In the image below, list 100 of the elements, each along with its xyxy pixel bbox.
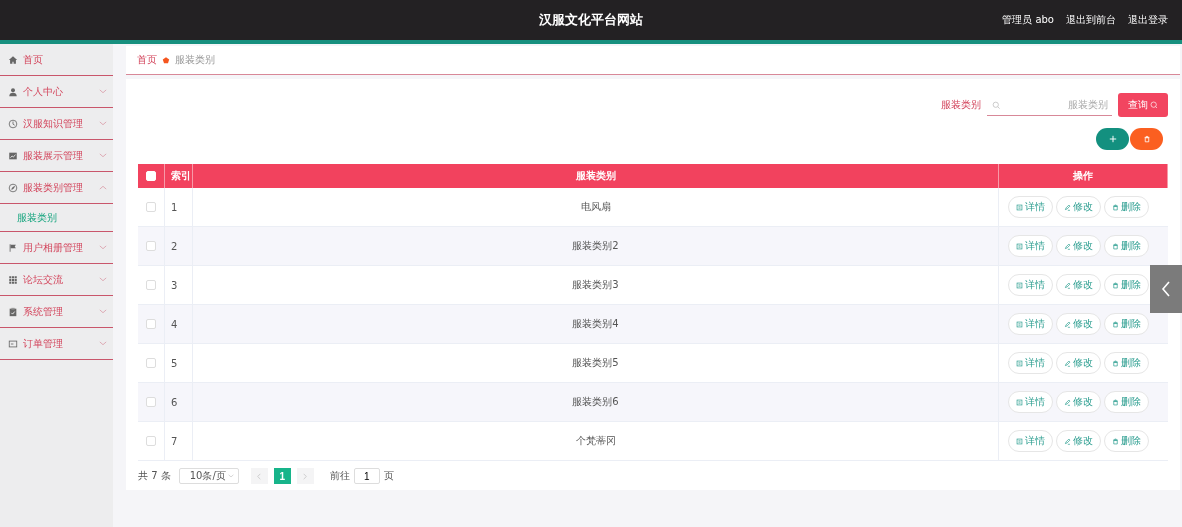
add-button[interactable]	[1096, 128, 1129, 150]
menu-item[interactable]: 用户相册管理	[0, 232, 113, 264]
total-count: 共 7 条	[138, 469, 171, 483]
row-checkbox[interactable]	[146, 319, 156, 329]
pen-icon	[1064, 437, 1071, 445]
delete-button[interactable]	[1130, 128, 1163, 150]
trash-icon	[1112, 242, 1119, 250]
chevron-icon	[99, 277, 107, 282]
row-checkbox[interactable]	[146, 241, 156, 251]
table-cell: 7	[171, 435, 178, 447]
page-suffix: 页	[383, 469, 394, 483]
menu-item[interactable]: 服装类别管理	[0, 172, 113, 204]
trash-icon	[1112, 203, 1119, 211]
row-checkbox[interactable]	[146, 202, 156, 212]
detail-button[interactable]: 详情	[1008, 430, 1053, 452]
row-checkbox[interactable]	[146, 280, 156, 290]
search-field[interactable]: 服装类别	[987, 94, 1112, 116]
table-cell: 服装类别4	[572, 317, 619, 331]
pen-icon	[1064, 242, 1071, 250]
clock-icon	[8, 118, 18, 129]
delete-button[interactable]: 删除	[1104, 235, 1149, 257]
chevron-left-icon	[257, 472, 262, 480]
pen-icon	[1064, 359, 1071, 367]
delete-button[interactable]: 删除	[1104, 313, 1149, 335]
menu-item[interactable]: 服装展示管理	[0, 140, 113, 172]
delete-button[interactable]: 删除	[1104, 196, 1149, 218]
detail-button[interactable]: 详情	[1008, 235, 1053, 257]
document-icon	[1016, 320, 1023, 328]
chevron-icon	[99, 309, 107, 314]
person-icon	[8, 86, 18, 97]
chevron-icon	[99, 245, 107, 250]
row-checkbox[interactable]	[146, 436, 156, 446]
detail-button[interactable]: 详情	[1008, 391, 1053, 413]
table-cell: 服装类别6	[572, 395, 619, 409]
column-header: 操作	[999, 164, 1168, 188]
search-icon	[1150, 101, 1158, 109]
page-button[interactable]: 1	[273, 468, 291, 484]
row-checkbox[interactable]	[146, 358, 156, 368]
table-cell: 3	[171, 279, 178, 291]
menu-item[interactable]: 个人中心	[0, 76, 113, 108]
page-input[interactable]: 1	[353, 468, 380, 484]
document-icon	[1016, 242, 1023, 250]
home-icon	[8, 54, 18, 65]
chart-icon	[8, 150, 18, 161]
header-link[interactable]: 退出到前台	[1066, 13, 1116, 27]
edit-button[interactable]: 修改	[1056, 391, 1101, 413]
detail-button[interactable]: 详情	[1008, 274, 1053, 296]
table-cell: 个梵蒂冈	[575, 434, 616, 448]
menu-item[interactable]: 论坛交流	[0, 264, 113, 296]
breadcrumb-link[interactable]: 服装类别	[175, 53, 215, 67]
detail-button[interactable]: 详情	[1008, 196, 1053, 218]
table-cell: 服装类别3	[572, 278, 619, 292]
delete-button[interactable]: 删除	[1104, 274, 1149, 296]
edit-button[interactable]: 修改	[1056, 352, 1101, 374]
table-cell: 1	[171, 201, 178, 213]
previous-page-button[interactable]	[250, 468, 268, 484]
edit-button[interactable]: 修改	[1056, 313, 1101, 335]
detail-button[interactable]: 详情	[1008, 313, 1053, 335]
table-cell: 2	[171, 240, 178, 252]
detail-button[interactable]: 详情	[1008, 352, 1053, 374]
document-icon	[1016, 359, 1023, 367]
next-page-button[interactable]	[296, 468, 314, 484]
submenu-item[interactable]: 服装类别	[0, 204, 113, 232]
header-link[interactable]: 退出登录	[1128, 13, 1168, 27]
pen-icon	[1064, 320, 1071, 328]
plus-icon	[1108, 135, 1117, 143]
search-button[interactable]: 查询	[1118, 93, 1168, 117]
menu-item[interactable]: 系统管理	[0, 296, 113, 328]
breadcrumb-link[interactable]: 首页	[137, 53, 157, 67]
column-header: 索引	[165, 164, 193, 188]
edit-button[interactable]: 修改	[1056, 430, 1101, 452]
card-icon	[8, 338, 18, 349]
document-icon	[1016, 203, 1023, 211]
delete-button[interactable]: 删除	[1104, 352, 1149, 374]
edit-button[interactable]: 修改	[1056, 274, 1101, 296]
table-cell: 4	[171, 318, 178, 330]
document-icon	[1016, 437, 1023, 445]
pen-icon	[1064, 203, 1071, 211]
edit-button[interactable]: 修改	[1056, 196, 1101, 218]
chevron-left-icon	[1161, 281, 1171, 297]
page-size-select[interactable]: 10条/页	[178, 468, 239, 484]
grid-icon	[8, 274, 18, 285]
row-checkbox[interactable]	[146, 397, 156, 407]
select-all-checkbox[interactable]	[146, 171, 156, 181]
menu-item[interactable]: 首页	[0, 44, 113, 76]
menu-item[interactable]: 汉服知识管理	[0, 108, 113, 140]
compass-icon	[8, 182, 18, 193]
site-title: 汉服文化平台网站	[539, 11, 643, 29]
delete-button[interactable]: 删除	[1104, 391, 1149, 413]
collapse-tab[interactable]	[1150, 265, 1182, 313]
user-name: 管理员 abo	[1002, 13, 1054, 27]
delete-button[interactable]: 删除	[1104, 430, 1149, 452]
menu-item[interactable]: 订单管理	[0, 328, 113, 360]
pen-icon	[1064, 281, 1071, 289]
table-cell: 服装类别2	[572, 239, 619, 253]
document-icon	[1016, 281, 1023, 289]
trash-icon	[1112, 320, 1119, 328]
edit-button[interactable]: 修改	[1056, 235, 1101, 257]
document-icon	[1016, 398, 1023, 406]
chevron-icon	[99, 153, 107, 158]
